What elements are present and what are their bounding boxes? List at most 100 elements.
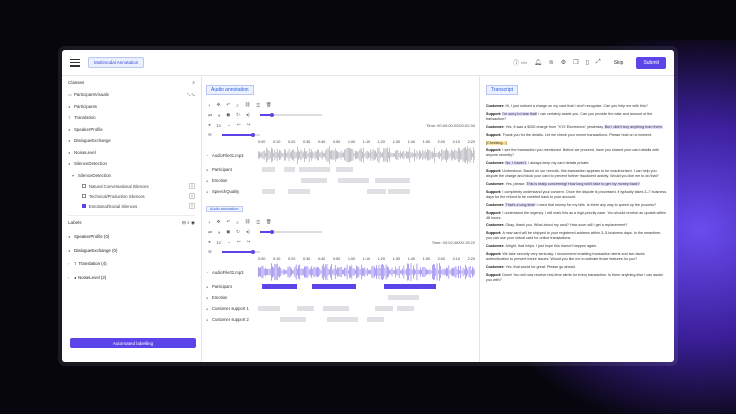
- label-item[interactable]: ◂ SpeakerProfile (0): [68, 230, 195, 244]
- transcript-line[interactable]: Customer: Yes, that would be great. Plea…: [486, 265, 668, 270]
- checkbox[interactable]: [82, 194, 86, 198]
- transcript-line[interactable]: Support: A new card will be shipped to y…: [486, 231, 668, 241]
- move-icon[interactable]: ✥: [217, 219, 221, 225]
- class-item[interactable]: ◂ SpeakerProfile: [68, 124, 195, 136]
- transcript-line[interactable]: Customer: Okay, thank you. What about my…: [486, 223, 668, 228]
- waveform-bar: [325, 150, 327, 160]
- transcript-line[interactable]: Support: We take security very seriously…: [486, 252, 668, 262]
- plus-icon[interactable]: +: [208, 220, 211, 225]
- chevron-down-icon[interactable]: ⌄: [227, 122, 231, 128]
- skip-button[interactable]: Skip: [608, 58, 630, 68]
- transcript-line[interactable]: Customer: That's a long time! I need tha…: [486, 202, 668, 208]
- undo-icon[interactable]: ↶: [226, 102, 230, 108]
- expand-icon[interactable]: ⤢: [596, 59, 601, 66]
- forward-icon[interactable]: ↪: [247, 122, 251, 128]
- document-icon[interactable]: ▯: [586, 59, 589, 66]
- transcript-line[interactable]: Support: I'm sorry to hear that! I can c…: [486, 111, 668, 122]
- waveform-bar: [371, 151, 373, 159]
- zoom-icon[interactable]: ⊖: [208, 249, 212, 255]
- speed-select[interactable]: 1x: [216, 123, 221, 128]
- volume-slider[interactable]: [259, 112, 322, 117]
- loop-icon[interactable]: ↻: [236, 229, 240, 235]
- lock-icon[interactable]: ⚿: [256, 220, 259, 225]
- move-icon[interactable]: ✥: [217, 102, 221, 108]
- transcript-line[interactable]: Customer: Hi, I just noticed a charge on…: [486, 104, 668, 109]
- forward-icon[interactable]: ↪: [247, 239, 251, 245]
- chevron-down-icon[interactable]: ⌄: [227, 239, 231, 245]
- label-item[interactable]: › T Translation (4): [68, 257, 195, 271]
- transcript-tab[interactable]: Transcript: [486, 85, 519, 95]
- volume-icon[interactable]: ◂): [246, 229, 250, 235]
- waveform-bar: [463, 147, 465, 163]
- transcript-line[interactable]: Support: Done! You will now receive real…: [486, 273, 668, 283]
- label-item[interactable]: ◂ DialogueExchange (0): [68, 244, 195, 258]
- transcript-line[interactable]: Support: Thank you for the details. Let …: [486, 133, 668, 138]
- waveform-bar: [330, 151, 331, 159]
- trash-icon[interactable]: 🗑︎: [266, 102, 272, 108]
- transcript-line[interactable]: Support: I understand the urgency. I wil…: [486, 211, 668, 221]
- pause-icon[interactable]: ⏸: [218, 230, 220, 235]
- zoom-slider[interactable]: [221, 249, 260, 254]
- transcript-line[interactable]: Support: I see the transaction you menti…: [486, 148, 668, 158]
- link-icon[interactable]: ⛓: [245, 102, 251, 108]
- automated-labelling-button[interactable]: Automated labelling: [70, 338, 196, 348]
- lock-icon[interactable]: ⚿: [256, 103, 259, 108]
- filter-icon[interactable]: ⊟ ⌕ ◉: [182, 220, 195, 226]
- waveform[interactable]: [258, 146, 475, 164]
- pause-icon[interactable]: ⏸: [218, 113, 220, 118]
- undo-icon[interactable]: ↶: [226, 219, 230, 225]
- sub-item[interactable]: Natural Conversational Silences 0: [68, 181, 195, 191]
- checkbox-checked[interactable]: [82, 204, 86, 208]
- waveform-bar: [422, 149, 424, 161]
- transcript-line[interactable]: [Checking...]: [486, 140, 668, 146]
- class-item[interactable]: ◂ NoiseLevel: [68, 147, 195, 159]
- stop-icon[interactable]: ◼: [226, 229, 230, 235]
- class-item[interactable]: ◂ DialogueExchange: [68, 135, 195, 147]
- gear-icon[interactable]: ⚙: [561, 59, 566, 66]
- back-icon[interactable]: ↩: [237, 239, 241, 245]
- transcript-line[interactable]: Support: Understood. Based on our record…: [486, 169, 668, 179]
- sub-item[interactable]: Emotional/Social Silences 0: [68, 201, 195, 211]
- zoom-slider[interactable]: [221, 132, 260, 137]
- zoom-icon[interactable]: ⊖: [208, 132, 212, 138]
- search-icon[interactable]: ⌕: [192, 80, 195, 85]
- label-item[interactable]: › ◂ NoiseLevel (2): [68, 271, 195, 285]
- audio-annotation-chip[interactable]: Audio annotation: [206, 206, 243, 212]
- bell-icon[interactable]: 🔔︎: [534, 59, 542, 66]
- waveform-bar: [311, 149, 312, 161]
- class-item[interactable]: ◂ Participants: [68, 101, 195, 113]
- class-item[interactable]: ◂ SilenceDetection: [68, 158, 195, 170]
- trash-icon[interactable]: 🗑︎: [266, 219, 272, 225]
- transcript-line[interactable]: Customer: Alright, that helps. I just ho…: [486, 244, 668, 249]
- layers-icon[interactable]: ≋: [549, 59, 554, 66]
- transcript-line[interactable]: Customer: Yes, please. This is really co…: [486, 181, 668, 187]
- link-icon[interactable]: ⛓: [245, 219, 251, 225]
- track-row: ◂ Emotion: [206, 175, 475, 186]
- zoom-icon[interactable]: ⌕: [236, 103, 239, 108]
- loop-icon[interactable]: ↻: [236, 112, 240, 118]
- transcript-line[interactable]: Support: I completely understand your co…: [486, 190, 668, 200]
- transcript-line[interactable]: Customer: No, I haven't. I always keep m…: [486, 161, 668, 166]
- class-item[interactable]: ▭ ParticipantVisuals ⤡ ✎: [68, 89, 195, 101]
- volume-slider[interactable]: [259, 229, 322, 234]
- checkbox[interactable]: [82, 184, 86, 188]
- class-item[interactable]: T Translation: [68, 112, 195, 124]
- skip-back-icon[interactable]: ⏮: [208, 113, 212, 118]
- volume-icon[interactable]: ◂): [246, 112, 250, 118]
- back-icon[interactable]: ↩: [237, 122, 241, 128]
- class-item-expanded[interactable]: ▾ SilenceDetection: [68, 170, 195, 182]
- info-icon[interactable]: ⓘ: [513, 58, 519, 67]
- stop-icon[interactable]: ◼: [226, 112, 230, 118]
- transcript-line[interactable]: Customer: Yes, It was a $250 charge from…: [486, 124, 668, 130]
- menu-icon[interactable]: [70, 58, 80, 67]
- audio-tab[interactable]: Audio annotation: [206, 85, 254, 95]
- plus-icon[interactable]: +: [208, 103, 211, 108]
- waveform-bar: [286, 153, 287, 157]
- copy-icon[interactable]: ❐: [573, 59, 578, 66]
- submit-button[interactable]: Submit: [636, 56, 666, 69]
- zoom-icon[interactable]: ⌕: [236, 220, 239, 225]
- sub-item[interactable]: Technical/Production Silences 0: [68, 191, 195, 201]
- skip-back-icon[interactable]: ⏮: [208, 230, 212, 235]
- waveform[interactable]: [258, 263, 475, 281]
- speed-select[interactable]: 1x: [216, 240, 221, 245]
